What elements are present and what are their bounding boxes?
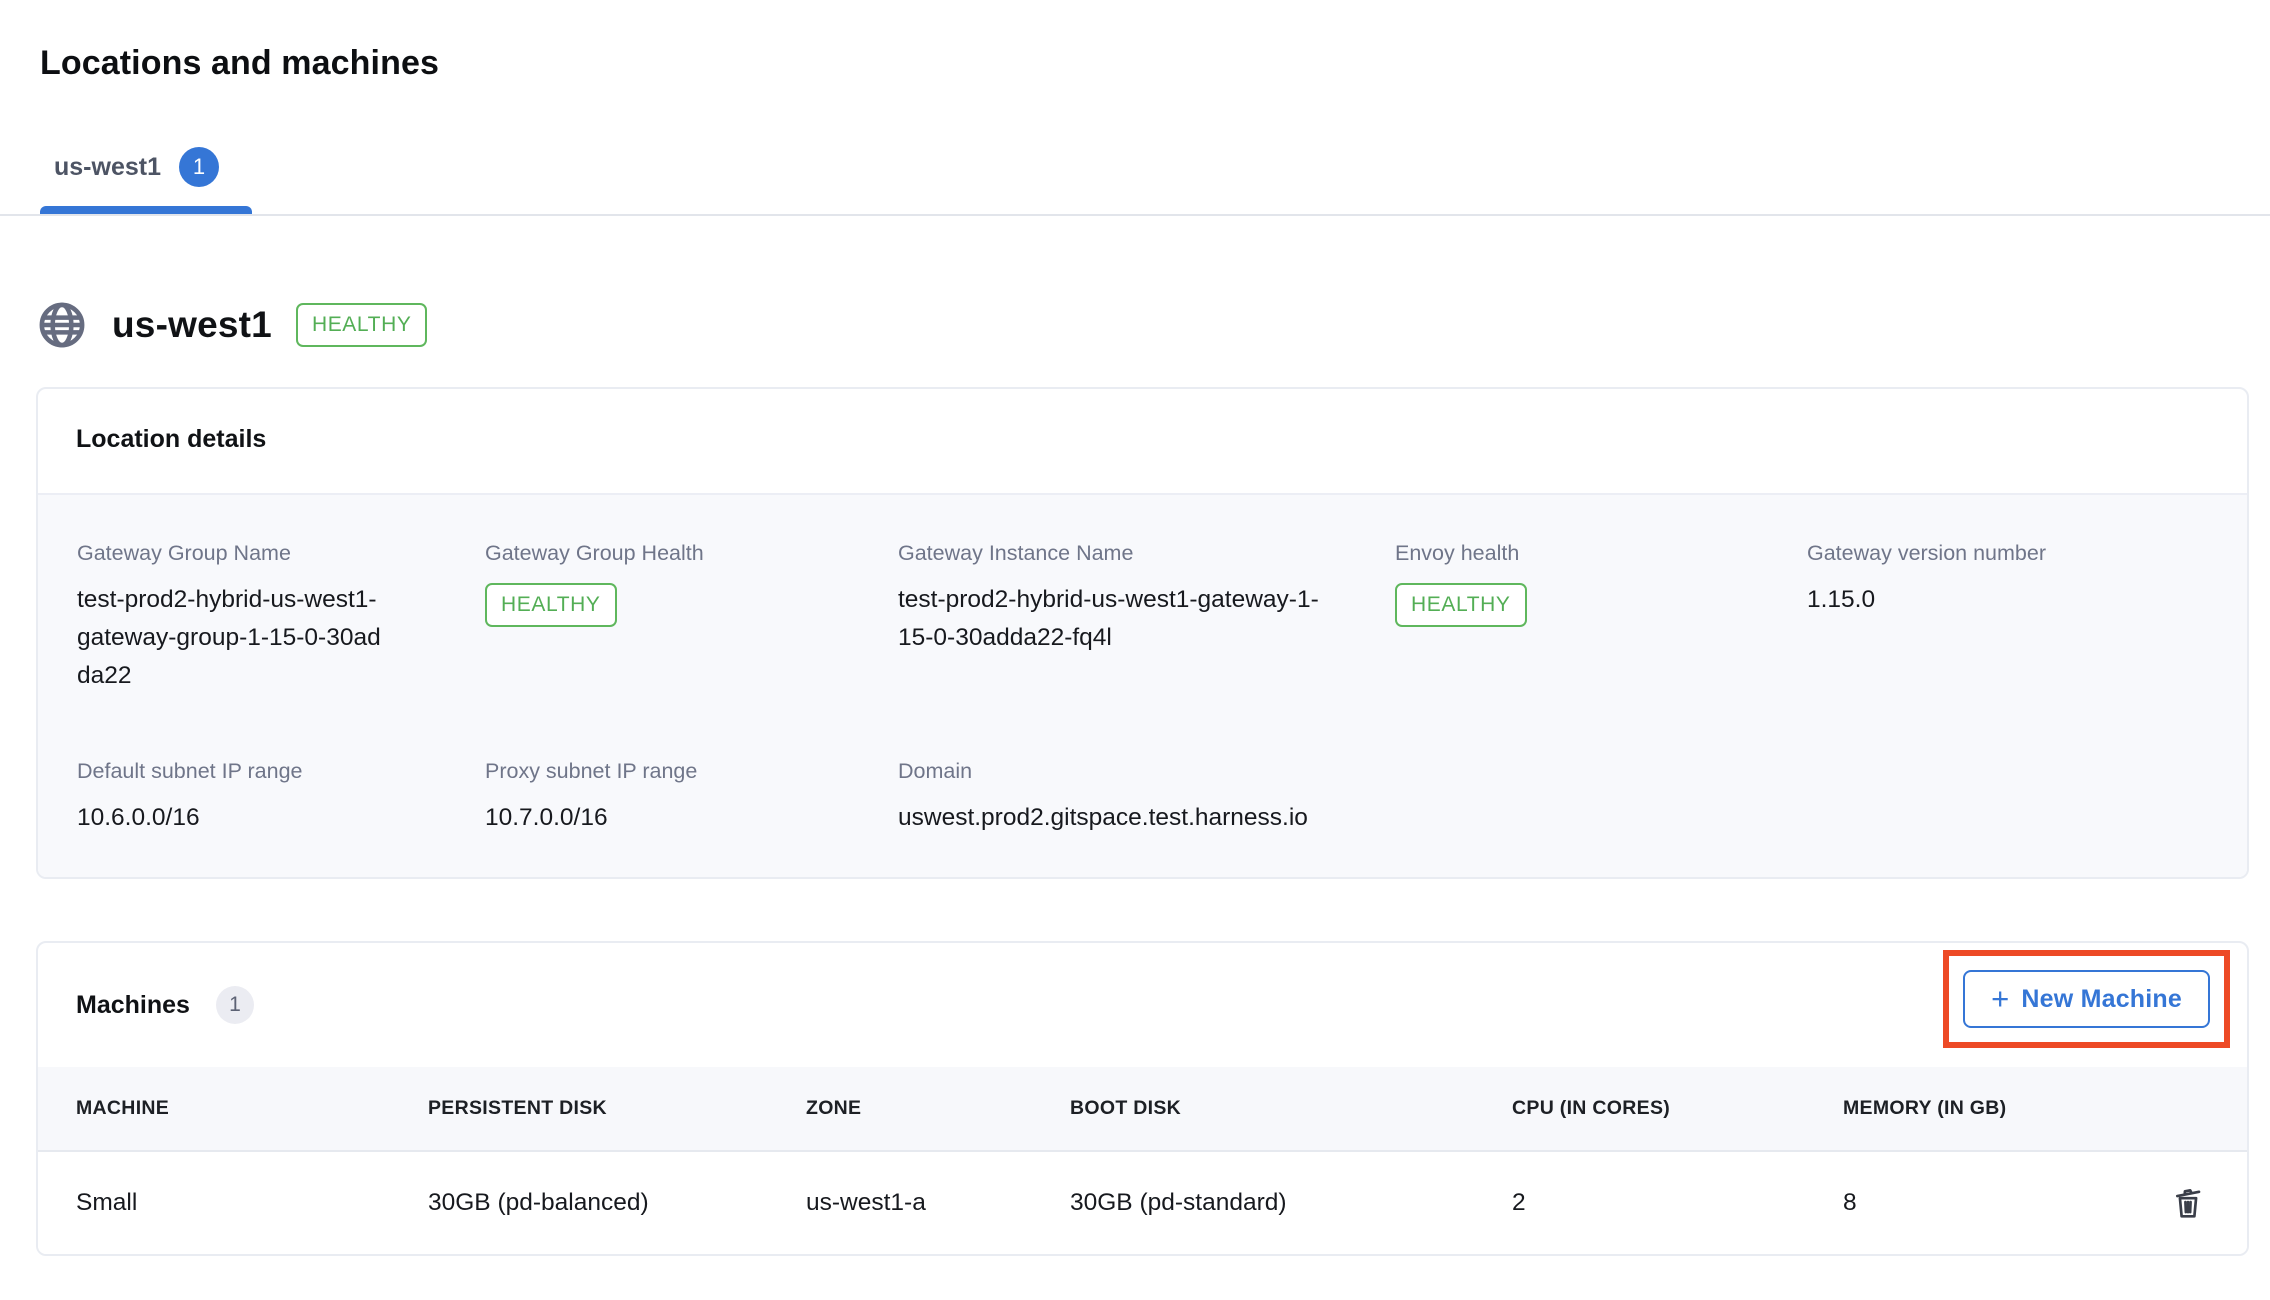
col-zone: ZONE: [806, 1097, 1070, 1120]
cell-memory: 8: [1843, 1189, 2165, 1217]
field-gateway-version: Gateway version number 1.15.0: [1807, 541, 2217, 695]
col-memory: MEMORY (IN GB): [1843, 1097, 2165, 1120]
location-details-body: Gateway Group Name test-prod2-hybrid-us-…: [38, 493, 2247, 877]
machines-header: Machines 1 + New Machine: [38, 943, 2247, 1067]
cell-zone: us-west1-a: [806, 1189, 1070, 1217]
cell-machine: Small: [76, 1189, 428, 1217]
field-value: test-prod2-hybrid-us-west1-gateway-group…: [77, 581, 389, 695]
field-value: 10.7.0.0/16: [485, 799, 898, 837]
globe-icon: [36, 294, 88, 356]
field-envoy-health: Envoy health HEALTHY: [1395, 541, 1807, 695]
machines-title: Machines: [76, 991, 190, 1020]
trash-icon: [2171, 1182, 2205, 1224]
cell-persistent-disk: 30GB (pd-balanced): [428, 1189, 806, 1217]
page-title: Locations and machines: [40, 44, 439, 83]
location-health-badge: HEALTHY: [296, 303, 428, 347]
location-name: us-west1: [112, 304, 272, 346]
col-persistent-disk: PERSISTENT DISK: [428, 1097, 806, 1120]
new-machine-button-label: New Machine: [2021, 985, 2182, 1014]
field-value: test-prod2-hybrid-us-west1-gateway-1-15-…: [898, 581, 1330, 657]
field-domain: Domain uswest.prod2.gitspace.test.harnes…: [898, 759, 2217, 837]
tab-label: us-west1: [54, 153, 161, 182]
location-details-header: Location details: [38, 389, 2247, 454]
col-machine: MACHINE: [76, 1097, 428, 1120]
gateway-group-health-badge: HEALTHY: [485, 583, 617, 627]
plus-icon: +: [1991, 983, 2009, 1014]
tab-us-west1[interactable]: us-west1 1: [40, 140, 235, 194]
tab-count-badge: 1: [179, 147, 219, 187]
cell-cpu: 2: [1512, 1189, 1843, 1217]
location-details-title: Location details: [76, 425, 266, 453]
tabs-divider: [0, 214, 2270, 216]
locations-and-machines-page: Locations and machines us-west1 1 us-wes…: [0, 0, 2270, 1300]
details-row-1: Gateway Group Name test-prod2-hybrid-us-…: [77, 541, 2217, 695]
new-machine-button[interactable]: + New Machine: [1963, 970, 2210, 1028]
field-gateway-group-name: Gateway Group Name test-prod2-hybrid-us-…: [77, 541, 485, 695]
location-heading: us-west1 HEALTHY: [36, 294, 427, 356]
field-gateway-instance-name: Gateway Instance Name test-prod2-hybrid-…: [898, 541, 1395, 695]
envoy-health-badge: HEALTHY: [1395, 583, 1527, 627]
table-row: Small 30GB (pd-balanced) us-west1-a 30GB…: [38, 1152, 2247, 1254]
highlight-annotation: + New Machine: [1943, 950, 2230, 1048]
cell-boot-disk: 30GB (pd-standard): [1070, 1189, 1512, 1217]
col-cpu: CPU (IN CORES): [1512, 1097, 1843, 1120]
details-row-2: Default subnet IP range 10.6.0.0/16 Prox…: [77, 759, 2217, 837]
field-proxy-subnet: Proxy subnet IP range 10.7.0.0/16: [485, 759, 898, 837]
col-boot-disk: BOOT DISK: [1070, 1097, 1512, 1120]
machines-card: Machines 1 + New Machine MACHINE PERSIST…: [36, 941, 2249, 1256]
delete-machine-button[interactable]: [2165, 1177, 2211, 1229]
field-gateway-group-health: Gateway Group Health HEALTHY: [485, 541, 898, 695]
field-value: uswest.prod2.gitspace.test.harness.io: [898, 799, 2217, 837]
field-value: 10.6.0.0/16: [77, 799, 485, 837]
field-value: 1.15.0: [1807, 581, 2217, 619]
field-default-subnet: Default subnet IP range 10.6.0.0/16: [77, 759, 485, 837]
machines-table-header: MACHINE PERSISTENT DISK ZONE BOOT DISK C…: [38, 1067, 2247, 1152]
location-details-card: Location details Gateway Group Name test…: [36, 387, 2249, 879]
machines-count-badge: 1: [216, 986, 254, 1024]
